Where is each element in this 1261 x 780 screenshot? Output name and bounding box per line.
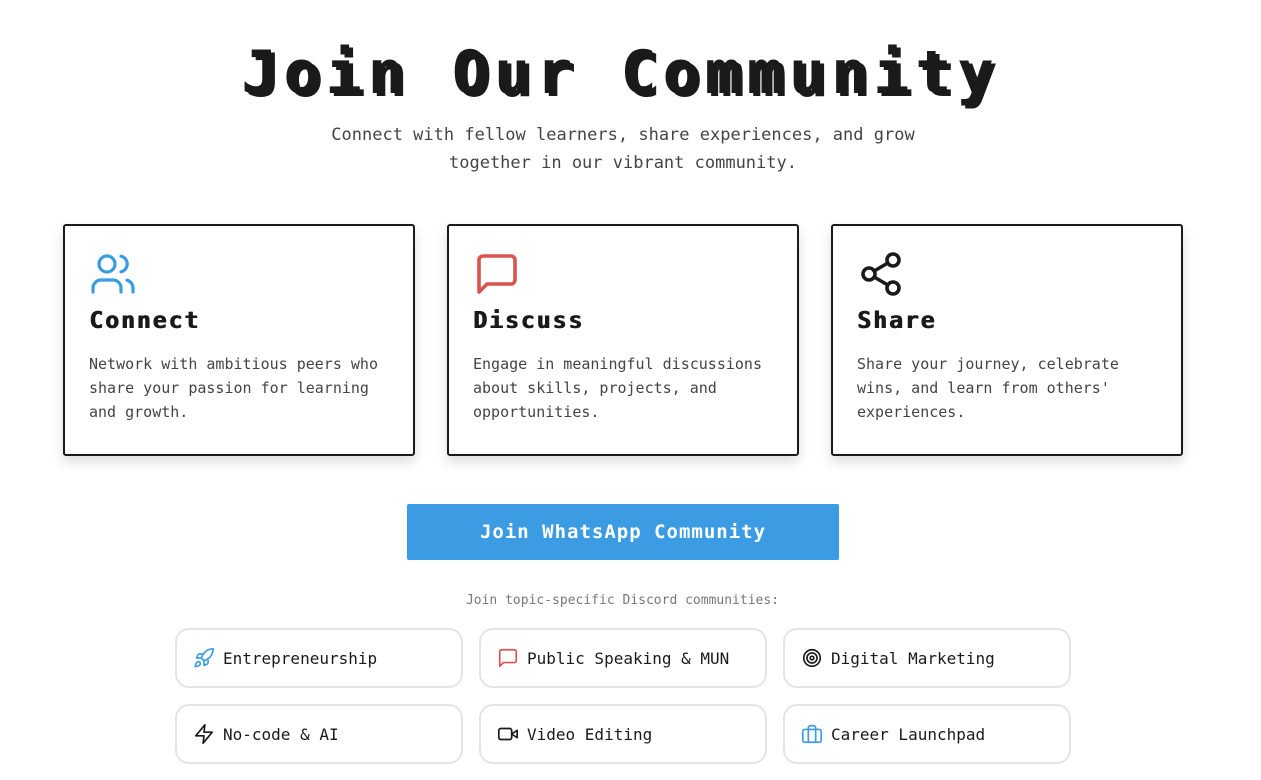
community-label: Entrepreneurship (223, 648, 378, 668)
feature-title: Connect (89, 308, 200, 334)
page-title: Join Our Community (241, 38, 1000, 108)
community-label: Public Speaking & MUN (527, 648, 730, 668)
video-icon (498, 727, 518, 741)
feature-title: Discuss (473, 308, 584, 334)
discord-video-editing-button[interactable]: Video Editing (479, 704, 767, 764)
discord-entrepreneurship-button[interactable]: Entrepreneurship (175, 628, 463, 688)
feature-card-connect: Connect Network with ambitious peers who… (63, 224, 415, 456)
message-square-icon (498, 648, 518, 668)
community-label: No-code & AI (223, 724, 339, 744)
page-subtitle: Connect with fellow learners, share expe… (331, 125, 915, 173)
feature-description: Engage in meaningful discussions about s… (473, 355, 762, 421)
feature-description: Network with ambitious peers who share y… (89, 355, 378, 421)
share-icon (861, 252, 901, 296)
discord-nocode-ai-button[interactable]: No-code & AI (175, 704, 463, 764)
target-icon (802, 648, 822, 668)
discord-digital-marketing-button[interactable]: Digital Marketing (783, 628, 1071, 688)
discord-public-speaking-button[interactable]: Public Speaking & MUN (479, 628, 767, 688)
community-label: Digital Marketing (831, 648, 995, 668)
discord-label: Join topic-specific Discord communities: (465, 593, 780, 608)
message-square-icon (477, 254, 517, 294)
join-whatsapp-button[interactable]: Join WhatsApp Community (407, 504, 839, 560)
community-section: Join Our Community Connect with fellow l… (0, 0, 1261, 780)
community-label: Video Editing (527, 724, 653, 744)
discord-career-launchpad-button[interactable]: Career Launchpad (783, 704, 1071, 764)
users-icon (91, 254, 135, 294)
feature-description: Share your journey, celebrate wins, and … (857, 355, 1119, 421)
feature-title: Share (857, 308, 937, 334)
feature-card-discuss: Discuss Engage in meaningful discussions… (447, 224, 799, 456)
briefcase-icon (802, 724, 822, 744)
feature-card-share: Share Share your journey, celebrate wins… (831, 224, 1183, 456)
zap-icon (194, 724, 214, 744)
rocket-icon (194, 648, 214, 668)
community-label: Career Launchpad (831, 724, 986, 744)
